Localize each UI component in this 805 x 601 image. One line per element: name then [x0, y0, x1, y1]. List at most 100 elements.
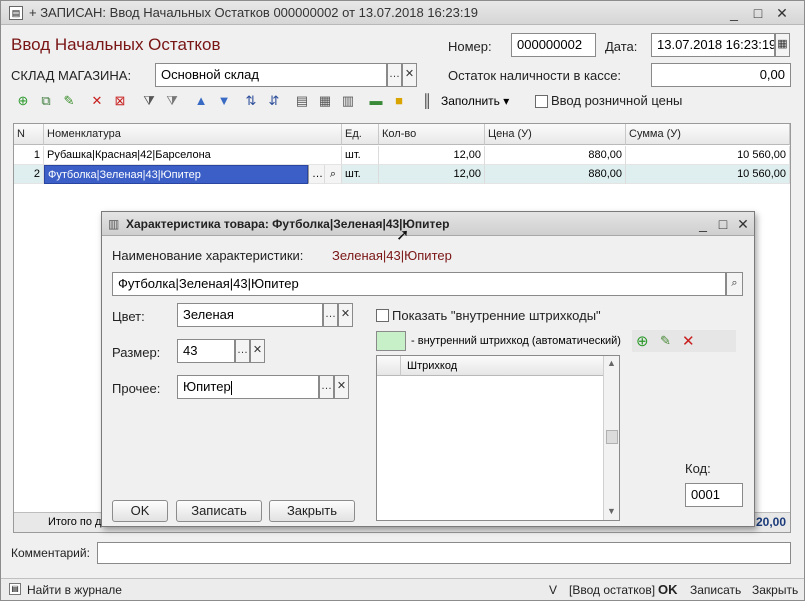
comment-label: Комментарий: — [11, 546, 90, 560]
col-header-item[interactable]: Номенклатура — [44, 124, 342, 145]
move-up-icon[interactable]: ▲ — [193, 93, 209, 109]
table-cell-item-editing[interactable]: Футболка|Зеленая|43|Юпитер — [44, 165, 308, 184]
mode-button[interactable]: [Ввод остатков] — [569, 583, 655, 597]
size-select-button[interactable]: … — [235, 339, 250, 363]
table-cell-sum[interactable]: 10 560,00 — [626, 165, 790, 184]
filter-icon[interactable]: ⧩ — [141, 93, 157, 109]
characteristic-full-name-field[interactable]: Футболка|Зеленая|43|Юпитер — [112, 272, 726, 296]
internal-barcode-swatch — [376, 331, 406, 351]
sort-asc-icon[interactable]: ⇅ — [243, 93, 259, 109]
size-clear-button[interactable]: ✕ — [250, 339, 265, 363]
item-select-button[interactable]: … — [308, 165, 325, 184]
other-select-button[interactable]: … — [319, 375, 334, 399]
v-button[interactable]: V — [549, 583, 557, 597]
cash-label: Остаток наличности в кассе: — [448, 68, 622, 83]
cash-field[interactable]: 0,00 — [651, 63, 791, 87]
main-window: ▤ + ЗАПИСАН: Ввод Начальных Остатков 000… — [0, 0, 805, 601]
save-button[interactable]: Записать — [690, 583, 741, 597]
dialog-save-button[interactable]: Записать — [176, 500, 262, 522]
table-cell-item[interactable]: Рубашка|Красная|42|Барселона — [44, 146, 342, 165]
ok-button[interactable]: OK — [658, 582, 678, 597]
barcode-col-header[interactable]: Штрихкод — [401, 356, 603, 376]
dialog-close-form-button[interactable]: Закрыть — [269, 500, 355, 522]
add-icon[interactable]: ⊕ — [15, 93, 31, 109]
other-field[interactable]: Юпитер — [177, 375, 319, 399]
find-in-journal-button[interactable]: Найти в журнале — [27, 583, 122, 597]
edit-icon[interactable]: ✎ — [61, 93, 77, 109]
date-field[interactable]: 13.07.2018 16:23:19 — [651, 33, 775, 57]
mouse-cursor-icon: ➚ — [396, 227, 410, 244]
col-header-sum[interactable]: Сумма (У) — [626, 124, 790, 145]
show-internal-barcodes-label: Показать "внутренние штрихкоды" — [392, 308, 601, 323]
magnifier-icon: ⌕ — [329, 168, 337, 180]
add-barcode-icon[interactable]: ⊕ — [636, 332, 649, 350]
table-cell-unit[interactable]: шт. — [342, 146, 379, 165]
dialog-maximize-button[interactable]: □ — [714, 215, 732, 233]
color-field[interactable]: Зеленая — [177, 303, 323, 327]
col-header-unit[interactable]: Ед. — [342, 124, 379, 145]
code-field[interactable]: 0001 — [685, 483, 743, 507]
retail-price-checkbox[interactable] — [535, 95, 548, 108]
clear-icon: ✕ — [336, 380, 347, 392]
table-cell-qty[interactable]: 12,00 — [379, 146, 485, 165]
close-form-button[interactable]: Закрыть — [752, 583, 798, 597]
barcode-col-spacer — [377, 356, 401, 376]
table-cell-price[interactable]: 880,00 — [485, 146, 626, 165]
warehouse-field[interactable]: Основной склад — [155, 63, 387, 87]
number-field[interactable]: 000000002 — [511, 33, 596, 57]
barcode-scrollbar[interactable]: ▲ ▼ — [603, 356, 619, 520]
col-header-price[interactable]: Цена (У) — [485, 124, 626, 145]
table-cell-n[interactable]: 2 — [14, 165, 44, 184]
scroll-down-icon[interactable]: ▼ — [607, 506, 616, 516]
table-cell-price[interactable]: 880,00 — [485, 165, 626, 184]
filter-off-icon[interactable]: ⧩ — [164, 93, 180, 109]
dialog-close-button[interactable]: ✕ — [734, 215, 752, 233]
fill-menu-button[interactable]: Заполнить ▾ — [441, 94, 509, 108]
footer-total: 20,00 — [755, 515, 786, 529]
print-icon[interactable]: ▦ — [317, 93, 333, 109]
table-cell-qty[interactable]: 12,00 — [379, 165, 485, 184]
move-down-icon[interactable]: ▼ — [216, 93, 232, 109]
colors-icon[interactable]: ■ — [391, 93, 407, 109]
delete-icon[interactable]: ✕ — [89, 93, 105, 109]
edit-barcode-icon[interactable]: ✎ — [660, 333, 671, 349]
report-icon[interactable]: ▥ — [340, 93, 356, 109]
close-button[interactable]: ✕ — [773, 4, 791, 22]
color-select-button[interactable]: … — [323, 303, 338, 327]
col-header-n[interactable]: N — [14, 124, 44, 145]
table-cell-sum[interactable]: 10 560,00 — [626, 146, 790, 165]
copy-icon[interactable]: ⧉ — [38, 93, 54, 109]
dialog-icon: ▥ — [108, 217, 120, 231]
item-search-button[interactable]: ⌕ — [325, 165, 342, 184]
dialog-minimize-button[interactable]: _ — [694, 215, 712, 233]
select-icon[interactable]: ▤ — [294, 93, 310, 109]
other-clear-button[interactable]: ✕ — [334, 375, 349, 399]
table-cell-n[interactable]: 1 — [14, 146, 44, 165]
warehouse-select-button[interactable]: … — [387, 63, 402, 87]
barcode-grid[interactable]: Штрихкод ▲ ▼ — [376, 355, 620, 521]
col-header-qty[interactable]: Кол-во — [379, 124, 485, 145]
maximize-button[interactable]: □ — [749, 4, 767, 22]
calendar-button[interactable]: ▦ — [775, 33, 790, 57]
warehouse-clear-button[interactable]: ✕ — [402, 63, 417, 87]
calendar-icon: ▦ — [777, 38, 788, 50]
magnifier-icon: ⌕ — [731, 277, 738, 289]
barcode-scan-icon[interactable]: ▬ — [368, 93, 384, 109]
scroll-thumb[interactable] — [606, 430, 618, 444]
other-label: Прочее: — [112, 381, 161, 396]
dialog-ok-button[interactable]: OK — [112, 500, 168, 522]
text-cursor — [230, 380, 232, 395]
minimize-button[interactable]: _ — [725, 4, 743, 22]
size-label: Размер: — [112, 345, 161, 360]
show-internal-barcodes-checkbox[interactable] — [376, 309, 389, 322]
scroll-up-icon[interactable]: ▲ — [607, 358, 616, 368]
comment-field[interactable] — [97, 542, 791, 564]
full-name-search-button[interactable]: ⌕ — [726, 272, 743, 296]
delete-marked-icon[interactable]: ⊠ — [112, 93, 128, 109]
size-field[interactable]: 43 — [177, 339, 235, 363]
sort-desc-icon[interactable]: ⇵ — [266, 93, 282, 109]
color-clear-button[interactable]: ✕ — [338, 303, 353, 327]
delete-barcode-icon[interactable]: ✕ — [682, 332, 695, 350]
table-cell-unit[interactable]: шт. — [342, 165, 379, 184]
barcode-icon[interactable]: ║ — [419, 93, 435, 109]
